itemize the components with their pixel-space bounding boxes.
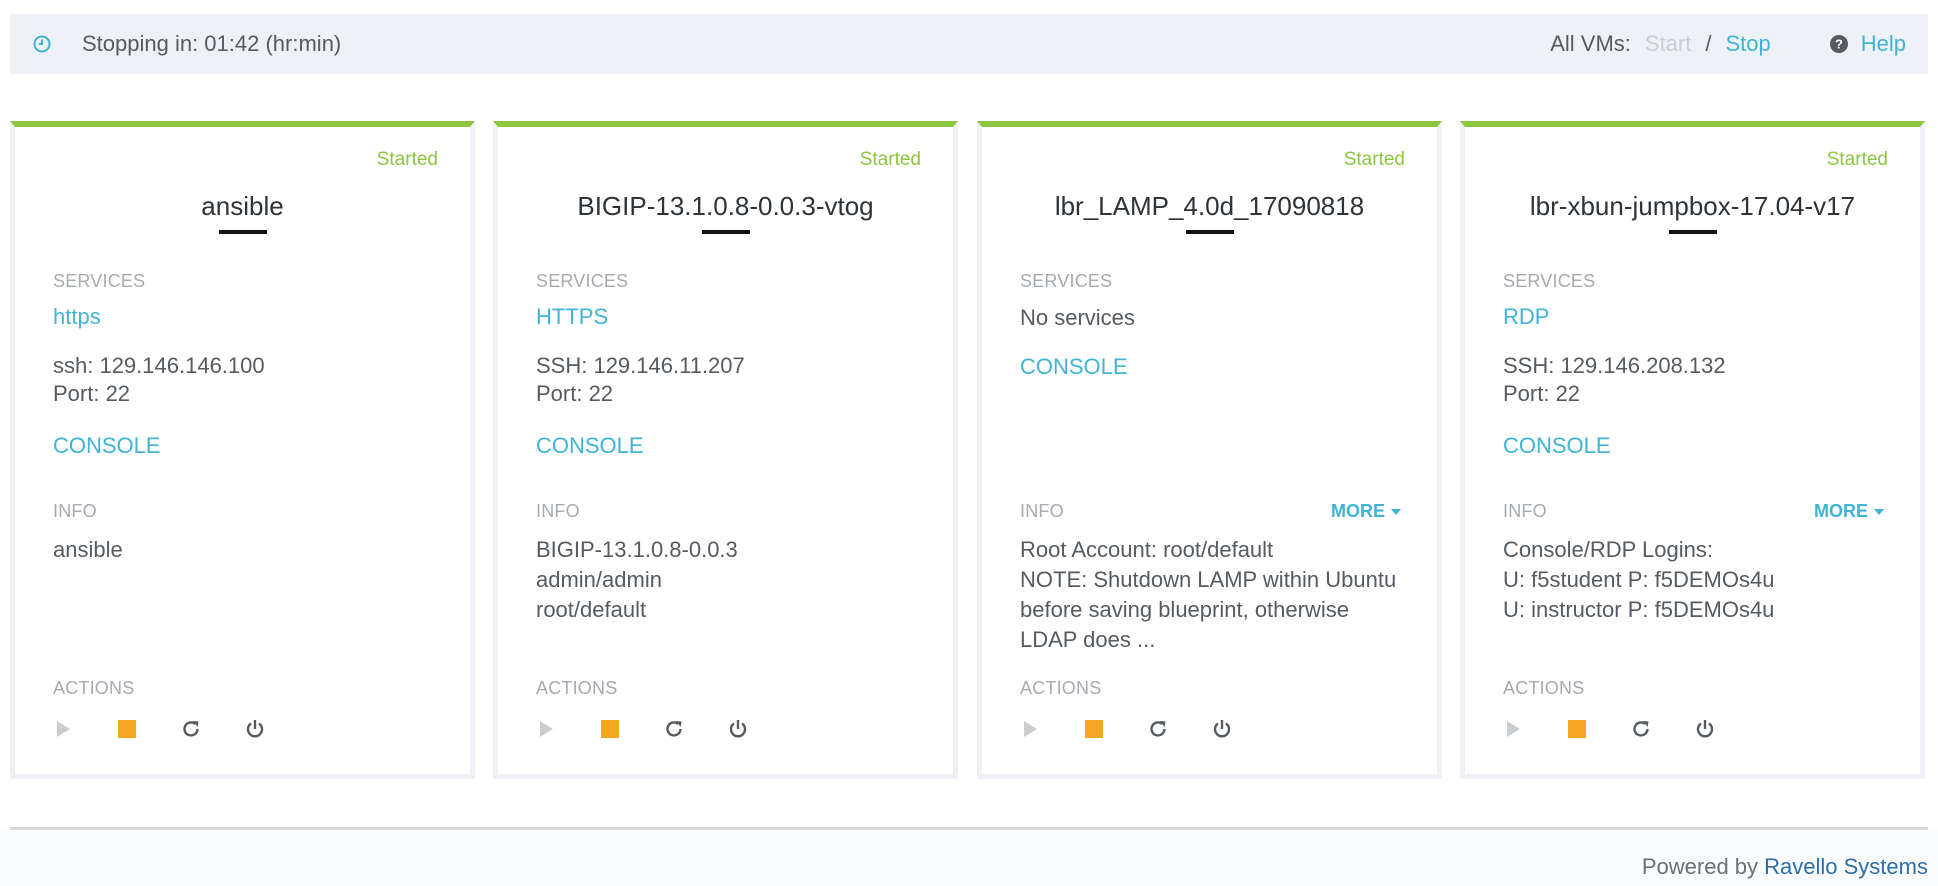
ssh-address: ssh: 129.146.146.100 — [53, 353, 265, 378]
info-line: U: f5student P: f5DEMOs4u — [1503, 567, 1775, 592]
info-line: U: instructor P: f5DEMOs4u — [1503, 597, 1775, 622]
stop-icon[interactable] — [598, 717, 622, 741]
more-label: MORE — [1331, 501, 1385, 521]
vm-card: Started ansible SERVICES https ssh: 129.… — [10, 121, 475, 779]
separator: / — [1705, 31, 1712, 56]
console-link[interactable]: CONSOLE — [1020, 354, 1128, 380]
info-line: root/default — [536, 597, 647, 622]
status-badge: Started — [1826, 149, 1888, 170]
stop-icon[interactable] — [1565, 717, 1589, 741]
actions-toolbar — [1501, 717, 1757, 741]
actions-label: ACTIONS — [1020, 678, 1102, 698]
actions-label: ACTIONS — [53, 678, 135, 698]
vm-card: Started BIGIP-13.1.0.8-0.0.3-vtog SERVIC… — [493, 121, 958, 779]
actions-label: ACTIONS — [536, 678, 618, 698]
refresh-icon[interactable] — [179, 717, 203, 741]
info-label: INFO — [536, 501, 580, 521]
powered-by-label: Powered by — [1641, 854, 1759, 879]
question-circle-icon: ? — [1829, 34, 1849, 54]
stop-all-link[interactable]: Stop — [1725, 31, 1770, 57]
info-line: BIGIP-13.1.0.8-0.0.3 — [536, 537, 738, 562]
refresh-icon[interactable] — [1629, 717, 1653, 741]
info-line: NOTE: Shutdown LAMP within Ubuntu — [1020, 567, 1397, 592]
play-icon[interactable] — [1501, 717, 1525, 741]
services-label: SERVICES — [1020, 271, 1113, 291]
service-link[interactable]: RDP — [1503, 304, 1549, 330]
service-link[interactable]: HTTPS — [536, 304, 608, 330]
services-label: SERVICES — [536, 271, 629, 291]
info-line: Root Account: root/default — [1020, 537, 1274, 562]
console-link[interactable]: CONSOLE — [1503, 433, 1611, 459]
info-line: ansible — [53, 537, 123, 562]
footer: Powered by Ravello Systems — [0, 830, 1938, 886]
vm-name: lbr_LAMP_4.0d_17090818 — [1054, 191, 1365, 221]
ssh-port: Port: 22 — [536, 381, 614, 406]
more-label: MORE — [1814, 501, 1868, 521]
stop-icon[interactable] — [115, 717, 139, 741]
info-line: Console/RDP Logins: — [1503, 537, 1713, 562]
all-vms-label: All VMs: — [1550, 31, 1631, 56]
ssh-port: Port: 22 — [1503, 381, 1581, 406]
vm-name: ansible — [201, 191, 284, 221]
powered-by: Powered by Ravello Systems — [1642, 854, 1928, 880]
status-badge: Started — [376, 149, 438, 170]
vm-card: Started lbr_LAMP_4.0d_17090818 SERVICES … — [977, 121, 1442, 779]
actions-label: ACTIONS — [1503, 678, 1585, 698]
refresh-icon[interactable] — [662, 717, 686, 741]
svg-text:?: ? — [1835, 37, 1843, 52]
caret-down-icon — [1874, 508, 1884, 515]
services-label: SERVICES — [1503, 271, 1596, 291]
actions-toolbar — [1018, 717, 1274, 741]
actions-toolbar — [51, 717, 307, 741]
more-toggle[interactable]: MORE — [1814, 501, 1884, 522]
info-line: LDAP does ... — [1020, 627, 1156, 652]
play-icon[interactable] — [51, 717, 75, 741]
help-label: Help — [1860, 31, 1906, 56]
name-underline — [701, 230, 750, 234]
services-label: SERVICES — [53, 271, 146, 291]
no-services-text: No services — [1020, 305, 1135, 330]
info-label: INFO — [1020, 501, 1064, 521]
info-label: INFO — [53, 501, 97, 521]
ssh-port: Port: 22 — [53, 381, 131, 406]
stopping-countdown: Stopping in: 01:42 (hr:min) — [82, 31, 342, 56]
stop-icon[interactable] — [1082, 717, 1106, 741]
power-icon[interactable] — [243, 717, 267, 741]
name-underline — [1668, 230, 1717, 234]
ssh-address: SSH: 129.146.11.207 — [536, 353, 745, 378]
play-icon[interactable] — [534, 717, 558, 741]
refresh-icon[interactable] — [1146, 717, 1170, 741]
vm-name: BIGIP-13.1.0.8-0.0.3-vtog — [577, 191, 874, 221]
caret-down-icon — [1391, 508, 1401, 515]
vm-name: lbr-xbun-jumpbox-17.04-v17 — [1529, 191, 1856, 221]
power-icon[interactable] — [1693, 717, 1717, 741]
clock-icon — [32, 34, 52, 54]
name-underline — [218, 230, 267, 234]
console-link[interactable]: CONSOLE — [536, 433, 644, 459]
info-text: Root Account: root/default NOTE: Shutdow… — [1020, 535, 1407, 655]
info-label: INFO — [1503, 501, 1547, 521]
status-badge: Started — [859, 149, 921, 170]
vm-card: Started lbr-xbun-jumpbox-17.04-v17 SERVI… — [1460, 121, 1925, 779]
power-icon[interactable] — [726, 717, 750, 741]
start-all-link[interactable]: Start — [1645, 31, 1691, 57]
more-toggle[interactable]: MORE — [1331, 501, 1401, 522]
info-text: ansible — [53, 535, 440, 565]
console-link[interactable]: CONSOLE — [53, 433, 161, 459]
power-icon[interactable] — [1210, 717, 1234, 741]
name-underline — [1185, 230, 1234, 234]
info-line: admin/admin — [536, 567, 662, 592]
ravello-link[interactable]: Ravello Systems — [1764, 854, 1928, 879]
ssh-address: SSH: 129.146.208.132 — [1503, 353, 1726, 378]
play-icon[interactable] — [1018, 717, 1042, 741]
status-badge: Started — [1343, 149, 1405, 170]
info-line: before saving blueprint, otherwise — [1020, 597, 1349, 622]
service-link[interactable]: https — [53, 304, 101, 330]
info-text: BIGIP-13.1.0.8-0.0.3 admin/admin root/de… — [536, 535, 923, 625]
help-link[interactable]: ? Help — [1829, 31, 1906, 57]
top-bar: Stopping in: 01:42 (hr:min) All VMs: Sta… — [10, 14, 1928, 74]
actions-toolbar — [534, 717, 790, 741]
info-text: Console/RDP Logins: U: f5student P: f5DE… — [1503, 535, 1890, 625]
